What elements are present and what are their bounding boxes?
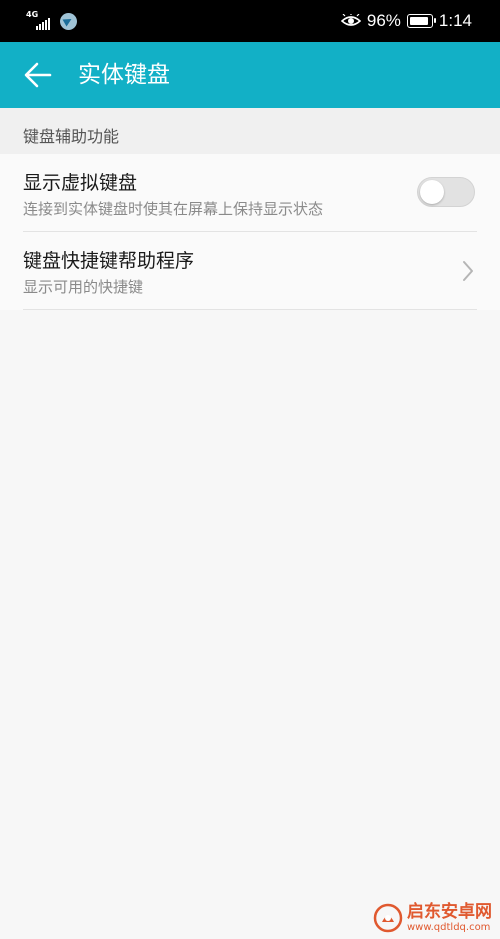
watermark-url: www.qdtldq.com — [407, 921, 491, 933]
screen: 4G 96% 1:14 实体键盘 键盘辅助功能 显示虚拟键盘 连接到实体键盘时使… — [0, 0, 500, 939]
setting-title: 显示虚拟键盘 — [23, 172, 138, 194]
setting-subtitle: 显示可用的快捷键 — [23, 278, 144, 296]
watermark-title: 启东安卓网 — [407, 901, 492, 922]
toggle-knob — [420, 180, 444, 204]
battery-icon — [406, 14, 436, 28]
app-bar: 实体键盘 — [0, 42, 500, 108]
section-header-label: 键盘辅助功能 — [23, 127, 120, 146]
eye-comfort-icon — [340, 14, 361, 26]
setting-subtitle: 连接到实体键盘时使其在屏幕上保持显示状态 — [23, 200, 324, 218]
section-header: 键盘辅助功能 — [0, 108, 500, 154]
clock: 1:14 — [438, 11, 472, 30]
status-left: 4G — [26, 10, 77, 32]
settings-list: 显示虚拟键盘 连接到实体键盘时使其在屏幕上保持显示状态 键盘快捷键帮助程序 显示… — [0, 154, 500, 310]
status-right: 96% 1:14 — [340, 9, 472, 33]
battery-fill — [409, 17, 428, 25]
setting-title: 键盘快捷键帮助程序 — [23, 250, 195, 272]
arrow-left-icon — [24, 62, 52, 88]
page-title: 实体键盘 — [78, 62, 170, 88]
watermark-logo-icon — [373, 903, 403, 933]
chevron-right-icon — [463, 261, 473, 281]
setting-keyboard-shortcuts-helper[interactable]: 键盘快捷键帮助程序 显示可用的快捷键 — [23, 232, 477, 310]
status-bar: 4G 96% 1:14 — [0, 0, 500, 42]
battery-percent: 96% — [366, 11, 401, 30]
signal-icon: 4G — [26, 11, 54, 31]
watermark: 启东安卓网 www.qdtldq.com — [373, 903, 492, 933]
setting-show-virtual-keyboard[interactable]: 显示虚拟键盘 连接到实体键盘时使其在屏幕上保持显示状态 — [23, 154, 477, 232]
virtual-keyboard-toggle[interactable] — [417, 177, 475, 207]
app-notification-icon — [60, 12, 77, 30]
back-button[interactable] — [18, 57, 58, 93]
